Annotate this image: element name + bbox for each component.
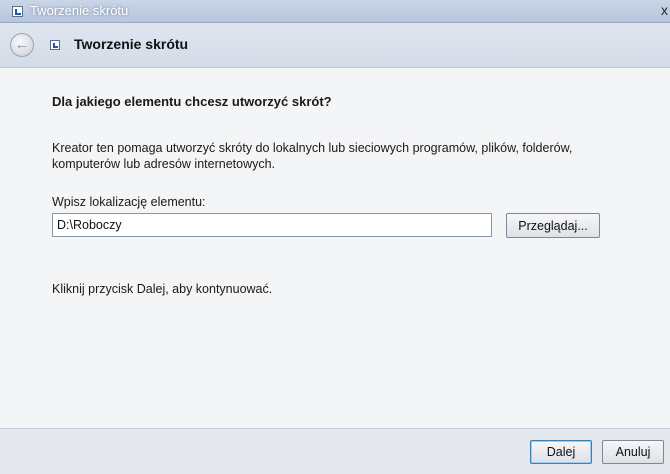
next-button[interactable]: Dalej <box>530 440 592 464</box>
wizard-description: Kreator ten pomaga utworzyć skróty do lo… <box>52 141 573 171</box>
wizard-content: Dla jakiego elementu chcesz utworzyć skr… <box>0 68 670 428</box>
wizard-header: ← Tworzenie skrótu <box>0 23 670 68</box>
window-title: Tworzenie skrótu <box>30 3 129 18</box>
continue-hint: Kliknij przycisk Dalej, aby kontynuować. <box>52 282 273 296</box>
shortcut-icon <box>12 6 23 17</box>
shortcut-icon <box>50 40 60 50</box>
location-label: Wpisz lokalizację elementu: <box>52 195 206 209</box>
location-input[interactable] <box>52 213 492 237</box>
title-bar: Tworzenie skrótu x <box>0 0 670 23</box>
close-icon[interactable]: x <box>661 2 668 18</box>
back-arrow-icon[interactable]: ← <box>10 33 34 57</box>
wizard-footer: Dalej Anuluj <box>0 428 670 474</box>
wizard-title: Tworzenie skrótu <box>74 36 189 52</box>
cancel-button[interactable]: Anuluj <box>602 440 664 464</box>
page-heading: Dla jakiego elementu chcesz utworzyć skr… <box>52 94 332 109</box>
browse-button[interactable]: Przeglądaj... <box>506 213 600 238</box>
